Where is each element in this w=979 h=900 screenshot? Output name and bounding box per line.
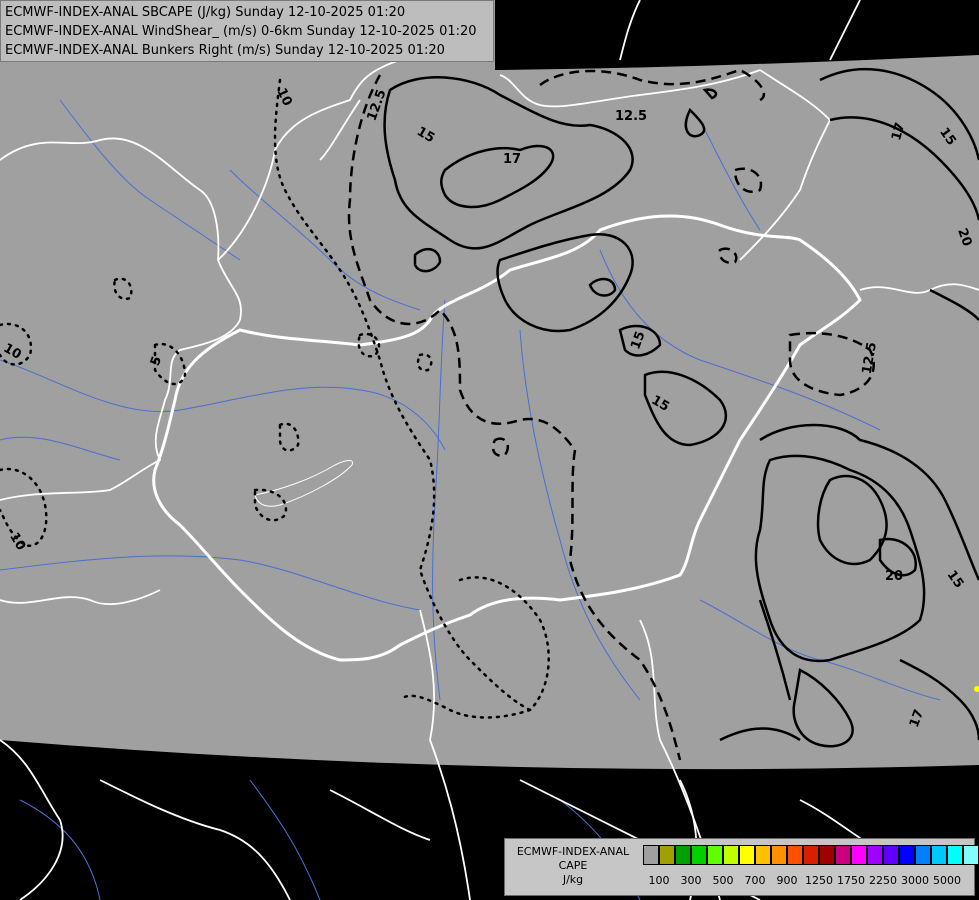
legend-swatch xyxy=(867,845,883,865)
legend-swatch xyxy=(835,845,851,865)
legend-swatch xyxy=(883,845,899,865)
legend-tick-label: 3000 xyxy=(901,874,929,887)
model-domain xyxy=(0,0,979,770)
legend-title: ECMWF-INDEX-ANAL CAPE J/kg xyxy=(507,845,639,887)
legend-tick-label: 2250 xyxy=(869,874,897,887)
map-title-box: ECMWF-INDEX-ANAL SBCAPE (J/kg) Sunday 12… xyxy=(0,0,494,62)
weather-map: 10 12.5 15 17 12.5 17 15 20 5 10 15 12.5… xyxy=(0,0,979,900)
legend-tick-label: 1750 xyxy=(837,874,865,887)
legend-tick-label: 100 xyxy=(648,874,670,887)
legend-swatch xyxy=(915,845,931,865)
legend-tick-labels: 100 300 500 700 900 1250 1750 2250 3000 5000 xyxy=(643,874,973,890)
contour-label: 20 xyxy=(885,569,903,584)
legend-swatch xyxy=(675,845,691,865)
legend-color-scale xyxy=(643,845,979,867)
legend-tick-label: 900 xyxy=(776,874,798,887)
legend-swatch xyxy=(691,845,707,865)
legend-swatch xyxy=(899,845,915,865)
legend-swatch xyxy=(771,845,787,865)
legend-tick-label: 700 xyxy=(744,874,766,887)
title-line-bunkers: ECMWF-INDEX-ANAL Bunkers Right (m/s) Sun… xyxy=(5,43,445,58)
legend-swatch xyxy=(755,845,771,865)
cape-legend: ECMWF-INDEX-ANAL CAPE J/kg 100 300 500 700 9… xyxy=(504,838,979,896)
legend-tick-label: 5000 xyxy=(933,874,961,887)
legend-swatch xyxy=(963,845,979,865)
legend-swatch xyxy=(803,845,819,865)
title-line-windshear: ECMWF-INDEX-ANAL WindShear_ (m/s) 0-6km … xyxy=(5,24,477,39)
legend-swatch xyxy=(643,845,659,865)
legend-tick-label: 300 xyxy=(680,874,702,887)
legend-title-line: J/kg xyxy=(562,873,584,886)
title-line-cape: ECMWF-INDEX-ANAL SBCAPE (J/kg) Sunday 12… xyxy=(5,5,406,20)
legend-tick-label: 500 xyxy=(712,874,734,887)
legend-tick-label: 1250 xyxy=(805,874,833,887)
legend-swatch xyxy=(659,845,675,865)
legend-swatch xyxy=(787,845,803,865)
legend-swatch xyxy=(947,845,963,865)
contour-label: 12.5 xyxy=(615,109,647,124)
legend-swatch xyxy=(739,845,755,865)
legend-swatch xyxy=(707,845,723,865)
legend-title-line: ECMWF-INDEX-ANAL xyxy=(516,845,630,858)
contour-label: 17 xyxy=(503,152,521,167)
legend-title-line: CAPE xyxy=(558,859,588,872)
legend-swatch xyxy=(851,845,867,865)
legend-swatch xyxy=(723,845,739,865)
legend-swatch xyxy=(931,845,947,865)
legend-swatch xyxy=(819,845,835,865)
